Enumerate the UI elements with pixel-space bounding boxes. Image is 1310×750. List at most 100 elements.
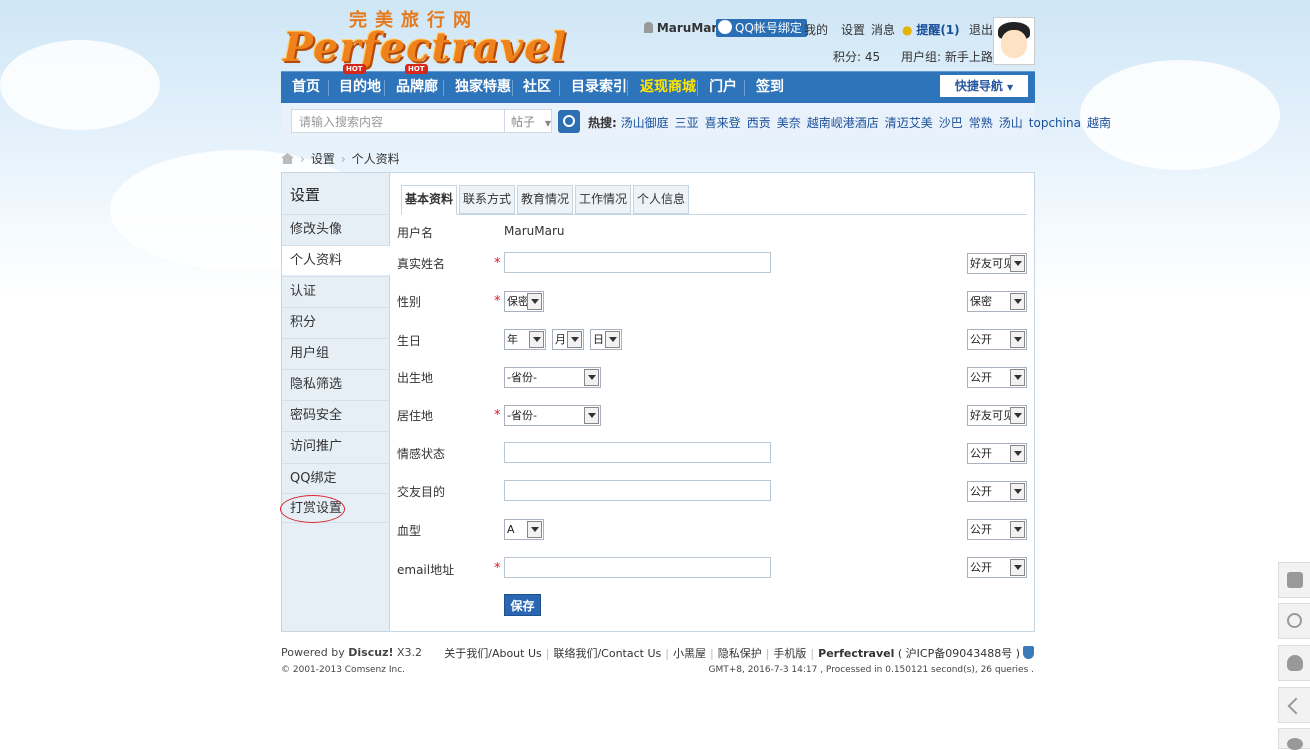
privacy-value: 保密 [970,295,992,308]
province-value: -省份- [507,371,537,384]
realname-field[interactable] [504,252,771,273]
email-privacy-select[interactable]: 公开 [967,557,1027,578]
mobile-link[interactable]: 手机版 [773,647,806,660]
sidebar-item-usergroup[interactable]: 用户组 [282,338,389,368]
nav-destinations[interactable]: 目的地 [339,72,381,103]
save-button[interactable]: 保存 [504,594,541,616]
gender-privacy-select[interactable]: 保密 [967,291,1027,312]
birth-day-select[interactable]: 日 [590,329,622,350]
nav-home[interactable]: 首页 [292,72,320,103]
points-link[interactable]: 积分: 45 [833,48,880,65]
remind-link[interactable]: ● 提醒(1) [902,21,960,38]
quick-nav-button[interactable]: 快捷导航 ▼ [940,75,1028,97]
powered-prefix: Powered by [281,646,349,659]
residence-province-select[interactable]: -省份- [504,405,601,426]
sidebar-item-password[interactable]: 密码安全 [282,400,389,430]
qq-tool[interactable] [1278,645,1310,681]
about-link[interactable]: 关于我们/About Us [444,647,542,660]
birthplace-province-select[interactable]: -省份- [504,367,601,388]
hot-word-link[interactable]: 三亚 [675,116,699,130]
sidebar-item-profile[interactable]: 个人资料 [282,245,390,275]
nav-checkin[interactable]: 签到 [756,72,784,103]
nav-cashback-mall[interactable]: 返现商城 [640,72,696,103]
share-tool[interactable] [1278,687,1310,723]
birthplace-privacy-select[interactable]: 公开 [967,367,1027,388]
footer-links: 关于我们/About Us | 联络我们/Contact Us | 小黑屋 | 隐私保护 | 手… [444,645,1034,661]
footer-time: GMT+8, 2016-7-3 14:17 , Processed in 0.1… [708,665,1034,675]
tab-basic[interactable]: 基本资料 [401,185,457,215]
purpose-privacy-select[interactable]: 公开 [967,481,1027,502]
nav-directory[interactable]: 目录索引 [571,72,627,103]
usergroup-link[interactable]: 用户组: 新手上路 [901,48,993,65]
nav-brand-gallery[interactable]: 品牌廊 [396,72,438,103]
privacy-link[interactable]: 隐私保护 [718,647,762,660]
gender-select[interactable]: 保密 [504,291,544,312]
blacklist-link[interactable]: 小黑屋 [673,647,706,660]
email-label: email地址 [397,563,455,577]
realname-privacy-select[interactable]: 好友可见 [967,253,1027,274]
hot-word-link[interactable]: 越南岘港酒店 [807,116,879,130]
discuz-link[interactable]: Discuz! [348,646,393,659]
sidebar-item-avatar[interactable]: 修改头像 [282,214,389,244]
logout-link[interactable]: 退出 [969,21,993,38]
robot-tool[interactable] [1278,562,1310,598]
purpose-field[interactable] [504,480,771,501]
hot-word-link[interactable]: 美奈 [777,116,801,130]
icp-link[interactable]: ( 沪ICP备09043488号 ) [898,647,1020,660]
tab-work[interactable]: 工作情况 [575,185,631,214]
settings-link[interactable]: 设置 [841,21,865,38]
site-link[interactable]: Perfectravel [818,647,894,660]
search-type-select[interactable]: 帖子 ▼ [505,109,552,133]
avatar[interactable] [993,17,1035,65]
birthday-privacy-select[interactable]: 公开 [967,329,1027,350]
wechat-tool[interactable] [1278,728,1310,750]
relationship-field[interactable] [504,442,771,463]
chevron-down-icon [584,407,599,424]
nav-community[interactable]: 社区 [523,72,551,103]
residence-privacy-select[interactable]: 好友可见 [967,405,1027,426]
hot-word-link[interactable]: 清迈艾美 [885,116,933,130]
chevron-down-icon [1010,255,1025,272]
sidebar-item-credits[interactable]: 积分 [282,307,389,337]
profile-tabs: 基本资料 联系方式 教育情况 工作情况 个人信息 [401,185,1027,215]
qq-bind-button[interactable]: QQ帐号绑定 [716,19,807,37]
search-button[interactable] [558,110,580,133]
search-tool[interactable] [1278,603,1310,639]
nav-exclusive-deals[interactable]: 独家特惠 [455,72,511,103]
sidebar-item-qq-bind[interactable]: QQ绑定 [282,463,389,493]
footer-divider: | [709,647,714,660]
user-link[interactable]: MaruMaru [644,21,726,35]
blood-privacy-select[interactable]: 公开 [967,519,1027,540]
chevron-down-icon [1010,369,1025,386]
blood-select[interactable]: A [504,519,544,540]
tab-personal[interactable]: 个人信息 [633,185,689,214]
my-menu[interactable]: 我的 [804,21,828,38]
hot-word-link[interactable]: 西贡 [747,116,771,130]
birth-month-select[interactable]: 月 [552,329,584,350]
sidebar-item-promotion[interactable]: 访问推广 [282,431,389,461]
hot-word-link[interactable]: topchina [1029,116,1081,130]
nav-portal[interactable]: 门户 [709,72,737,103]
birth-year-select[interactable]: 年 [504,329,546,350]
wechat-icon [1287,738,1303,750]
sidebar-item-verify[interactable]: 认证 [282,276,389,306]
contact-link[interactable]: 联络我们/Contact Us [553,647,661,660]
relationship-privacy-select[interactable]: 公开 [967,443,1027,464]
breadcrumb-settings[interactable]: 设置 [311,152,335,166]
email-field[interactable] [504,557,771,578]
hot-word-link[interactable]: 沙巴 [939,116,963,130]
tab-contact[interactable]: 联系方式 [459,185,515,214]
highlight-circle [280,495,345,523]
privacy-value: 公开 [970,447,992,460]
hot-word-link[interactable]: 汤山御庭 [621,116,669,130]
cloud-decoration [0,40,160,130]
search-input[interactable]: 请输入搜索内容 [291,109,505,133]
hot-word-link[interactable]: 越南 [1087,116,1111,130]
hot-word-link[interactable]: 常熟 [969,116,993,130]
sidebar-item-privacy[interactable]: 隐私筛选 [282,369,389,399]
home-icon[interactable] [281,153,294,164]
tab-education[interactable]: 教育情况 [517,185,573,214]
hot-word-link[interactable]: 喜来登 [705,116,741,130]
hot-word-link[interactable]: 汤山 [999,116,1023,130]
messages-link[interactable]: 消息 [871,21,895,38]
